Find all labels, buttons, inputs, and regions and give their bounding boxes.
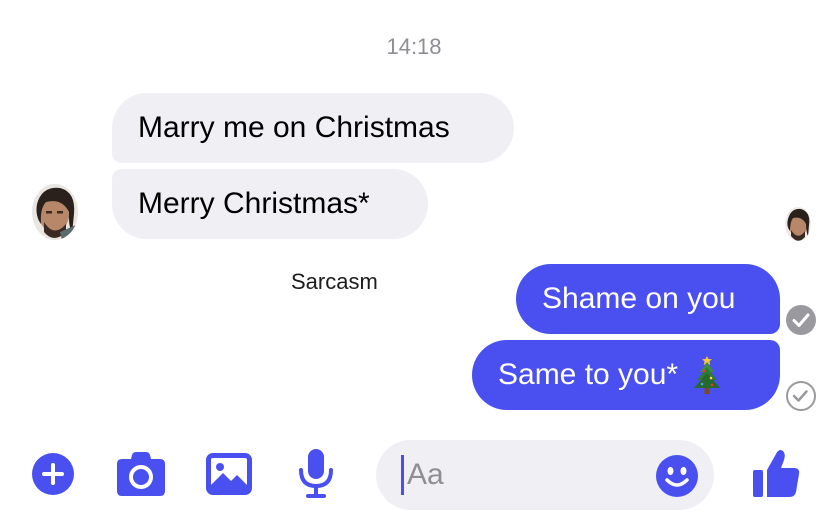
message-bubble-received-2[interactable]: Merry Christmas*: [112, 169, 428, 239]
image-icon[interactable]: [205, 452, 253, 496]
message-compose-field[interactable]: Aa: [376, 440, 714, 510]
camera-icon[interactable]: [116, 451, 166, 497]
plus-icon[interactable]: [32, 453, 74, 495]
message-timestamp: 14:18: [386, 34, 442, 59]
seen-by-avatar: [785, 207, 811, 241]
christmas-tree-icon: [694, 356, 721, 394]
microphone-icon[interactable]: [298, 448, 334, 500]
smiley-icon[interactable]: [656, 455, 698, 497]
message-text: Marry me on Christmas: [138, 111, 450, 144]
message-bubble-sent-1[interactable]: Shame on you: [516, 264, 780, 334]
caption-label: Sarcasm: [291, 269, 378, 294]
message-text: Same to you*: [498, 358, 679, 391]
avatar-photo: [32, 184, 78, 240]
message-bubble-sent-2[interactable]: Same to you*: [472, 340, 780, 410]
text-cursor: [401, 455, 404, 495]
message-input-placeholder[interactable]: Aa: [407, 458, 444, 492]
message-text: Shame on you: [542, 282, 736, 315]
contact-avatar[interactable]: [32, 184, 78, 240]
avatar-photo: [785, 207, 811, 241]
message-bubble-received-1[interactable]: Marry me on Christmas: [112, 93, 514, 163]
read-receipt-icon: [786, 305, 816, 335]
message-text: Merry Christmas*: [138, 187, 370, 220]
delivered-receipt-icon: [786, 381, 816, 411]
thumbs-up-icon[interactable]: [752, 448, 800, 498]
